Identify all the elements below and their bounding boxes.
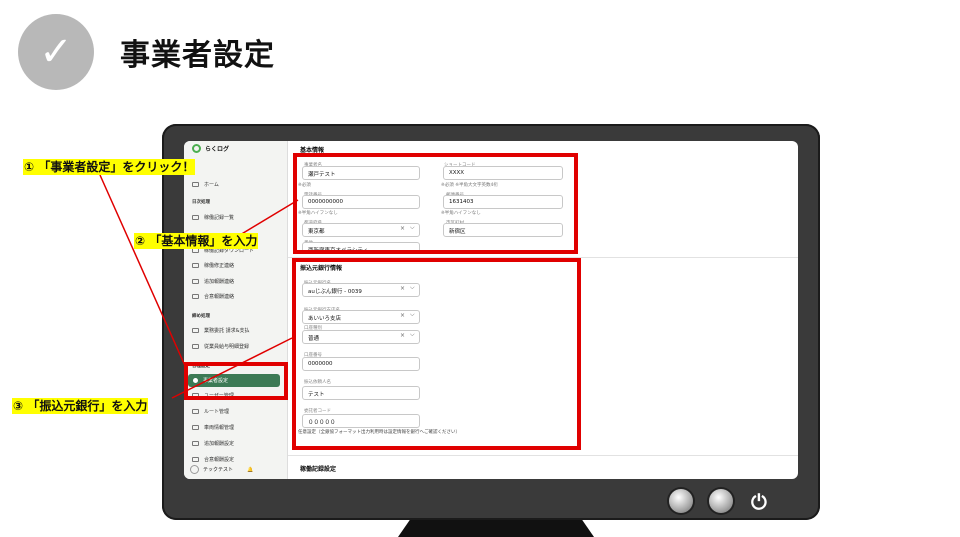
- callout-step-1: ① 「事業者設定」をクリック！: [23, 159, 196, 175]
- monitor-stand: [398, 520, 594, 537]
- sidebar: らくログ ホーム 日次処理 稼働記録一覧 稼働記録ダウンロード 稼働修正連絡 追…: [184, 141, 288, 479]
- monitor-button[interactable]: [709, 489, 733, 513]
- callout-step-2: ② 「基本情報」を入力: [134, 233, 259, 249]
- gear-icon: [192, 409, 199, 414]
- highlight-basic-info: [293, 153, 578, 254]
- sidebar-item-payslip[interactable]: 従業員給与明細登録: [192, 343, 249, 350]
- sidebar-item-agree-reward[interactable]: 合意報酬設定: [192, 456, 234, 463]
- sidebar-item-correction[interactable]: 稼働修正連絡: [192, 262, 234, 269]
- power-icon[interactable]: ⏻: [751, 490, 767, 514]
- sidebar-item-vehicle[interactable]: 車両情報管理: [192, 424, 234, 431]
- sidebar-item-additional[interactable]: 追加報酬連絡: [192, 278, 234, 285]
- monitor-icon: [192, 328, 199, 333]
- sidebar-section-monthly: 締め処理: [192, 314, 210, 319]
- app-logo: らくログ: [192, 144, 229, 153]
- monitor-icon: [192, 344, 199, 349]
- divider: [288, 455, 798, 456]
- monitor-icon: [192, 215, 199, 220]
- work-record-heading: 稼働記録設定: [300, 466, 337, 473]
- avatar: [190, 465, 199, 474]
- monitor-icon: [192, 182, 199, 187]
- sidebar-item-merge[interactable]: 合意報酬連絡: [192, 293, 234, 300]
- callout-step-3: ③ 「振込元銀行」を入力: [12, 398, 149, 414]
- sidebar-item-home[interactable]: ホーム: [192, 181, 219, 188]
- gear-icon: [192, 457, 199, 462]
- highlight-business-nav: [184, 362, 288, 400]
- sidebar-item-work-report[interactable]: 稼働記録一覧: [192, 214, 234, 221]
- gear-icon: [192, 425, 199, 430]
- monitor-button[interactable]: [669, 489, 693, 513]
- logo-icon: [192, 144, 201, 153]
- user-menu[interactable]: テックテスト 🔔: [190, 465, 253, 474]
- bell-icon[interactable]: 🔔: [247, 467, 253, 473]
- sidebar-item-add-reward[interactable]: 追加報酬設定: [192, 440, 234, 447]
- gear-icon: [192, 441, 199, 446]
- monitor-icon: [192, 279, 199, 284]
- sidebar-item-invoice[interactable]: 業務委託 請求&支払: [192, 327, 250, 334]
- monitor-icon: [192, 263, 199, 268]
- page-title: 事業者設定: [120, 38, 275, 73]
- sidebar-item-route[interactable]: ルート管理: [192, 408, 229, 415]
- check-icon: ✓: [18, 14, 94, 90]
- monitor-icon: [192, 294, 199, 299]
- sidebar-section-daily: 日次処理: [192, 200, 210, 205]
- highlight-bank-info: [292, 258, 581, 450]
